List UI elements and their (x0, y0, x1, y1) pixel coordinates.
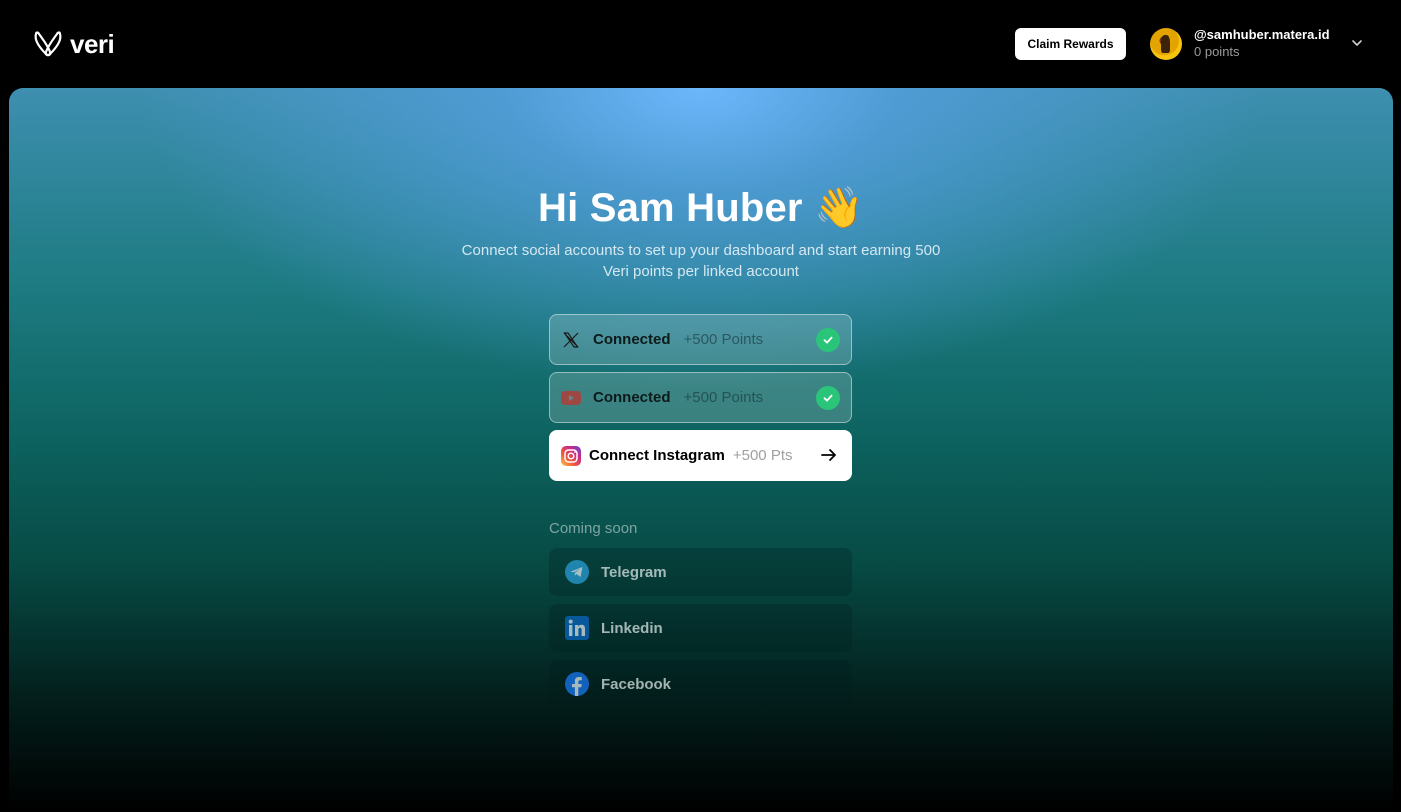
user-menu[interactable]: @samhuber.matera.id 0 points (1150, 27, 1330, 61)
points-reward: +500 Points (683, 389, 764, 406)
connection-status: Connected (593, 389, 671, 406)
facebook-label: Facebook (601, 675, 672, 693)
page-title: Hi Sam Huber 👋 (537, 186, 864, 230)
linkedin-label: Linkedin (601, 619, 663, 637)
arrow-right-icon (821, 449, 836, 461)
claim-rewards-button[interactable]: Claim Rewards (1015, 28, 1126, 60)
facebook-item: Facebook (549, 660, 852, 708)
linkedin-icon (565, 616, 589, 640)
facebook-icon (565, 672, 589, 696)
linkedin-item: Linkedin (549, 604, 852, 652)
telegram-icon (565, 560, 589, 584)
youtube-icon (561, 388, 581, 408)
connect-instagram-label: Connect Instagram (589, 447, 725, 464)
x-account-card[interactable]: Connected +500 Points (549, 314, 852, 365)
points-reward: +500 Points (683, 331, 764, 348)
x-icon (561, 330, 581, 350)
logo-text: veri (70, 28, 115, 59)
telegram-label: Telegram (601, 563, 667, 581)
connect-instagram-button[interactable]: Connect Instagram +500 Pts (549, 430, 852, 481)
points-reward: +500 Pts (732, 447, 793, 464)
veri-logo-icon (34, 31, 62, 57)
user-handle: @samhuber.matera.id (1194, 27, 1330, 42)
youtube-account-card[interactable]: Connected +500 Points (549, 372, 852, 423)
connection-status: Connected (593, 331, 671, 348)
top-bar: veri Claim Rewards @samhuber.matera.id 0… (0, 0, 1401, 88)
veri-logo[interactable]: veri (32, 28, 115, 60)
check-icon (816, 328, 840, 352)
page-subtitle: Connect social accounts to set up your d… (461, 242, 941, 280)
check-icon (816, 386, 840, 410)
instagram-icon (561, 445, 581, 466)
avatar (1150, 28, 1182, 60)
chevron-down-icon[interactable] (1350, 36, 1364, 50)
telegram-item: Telegram (549, 548, 852, 596)
coming-soon-heading: Coming soon (549, 520, 638, 537)
user-points: 0 points (1194, 44, 1240, 59)
main-panel: Hi Sam Huber 👋 Connect social accounts t… (9, 88, 1393, 812)
